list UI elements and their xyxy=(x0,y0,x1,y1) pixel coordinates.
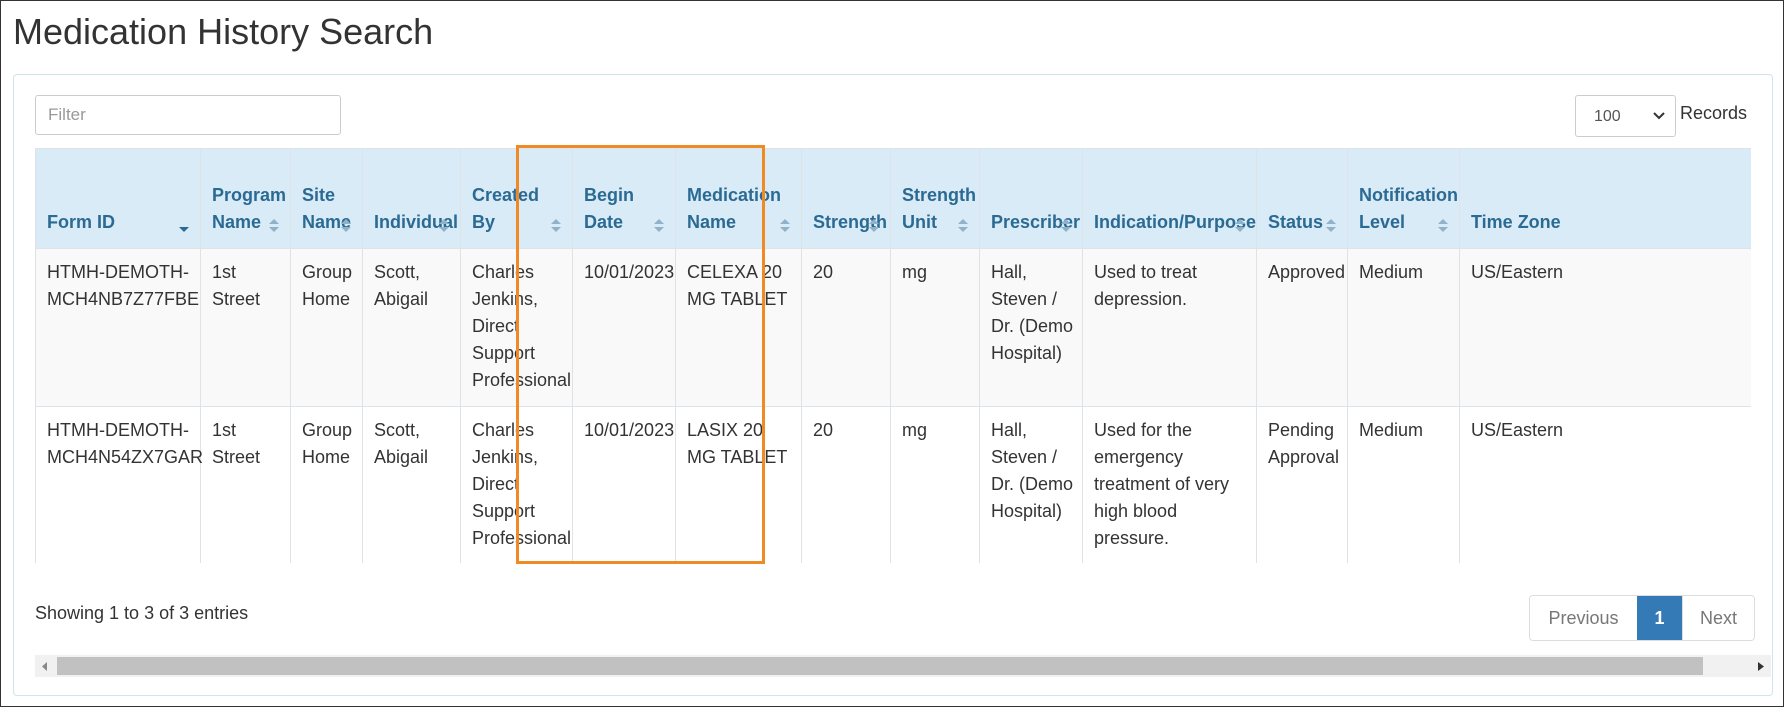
column-header-strength-unit[interactable]: Strength Unit xyxy=(890,148,980,249)
column-header-strength[interactable]: Strength xyxy=(801,148,891,249)
cell-indication-purpose: Used to treat depression. xyxy=(1082,248,1257,407)
column-header-site-name[interactable]: Site Name xyxy=(290,148,363,249)
column-header-medication-name[interactable]: Medication Name xyxy=(675,148,802,249)
column-header-notification-level[interactable]: Notification Level xyxy=(1347,148,1460,249)
column-header-time-zone[interactable]: Time Zone xyxy=(1459,148,1751,249)
sort-icon xyxy=(957,216,969,236)
window-frame: Medication History Search 100 Records Fo… xyxy=(0,0,1784,707)
medication-history-table: Form ID Program Name Site Name Individual Cr… xyxy=(35,148,1751,563)
scroll-left-icon[interactable] xyxy=(35,655,55,677)
column-header-label: Begin Date xyxy=(584,185,635,232)
cell-strength: 20 xyxy=(801,406,891,563)
sort-icon xyxy=(340,216,352,236)
column-header-individual[interactable]: Individual xyxy=(362,148,461,249)
previous-page-button[interactable]: Previous xyxy=(1530,596,1637,640)
cell-medication-name: CELEXA 20 MG TABLET xyxy=(675,248,802,407)
cell-begin-date: 10/01/2023 xyxy=(572,248,676,407)
cell-notification-level: Medium xyxy=(1347,248,1460,407)
sort-desc-icon xyxy=(178,216,190,236)
sort-icon xyxy=(1325,216,1337,236)
next-page-button[interactable]: Next xyxy=(1682,596,1754,640)
column-header-label: Time Zone xyxy=(1471,212,1561,232)
column-header-label: Status xyxy=(1268,212,1324,232)
column-header-label: Form ID xyxy=(47,212,116,232)
results-panel: 100 Records Form ID Program NameSite Name… xyxy=(13,74,1773,696)
cell-individual: Scott, Abigail xyxy=(362,248,461,407)
scrollbar-thumb[interactable] xyxy=(57,657,1703,675)
cell-site-name: Group Home xyxy=(290,248,363,407)
cell-time-zone: US/Eastern xyxy=(1459,406,1751,563)
table-info-text: Showing 1 to 3 of 3 entries xyxy=(35,603,249,623)
cell-status: Approved xyxy=(1256,248,1348,407)
sort-icon xyxy=(1234,216,1246,236)
cell-strength-unit: mg xyxy=(890,248,980,407)
cell-medication-name: LASIX 20 MG TABLET xyxy=(675,406,802,563)
column-header-prescriber[interactable]: Prescriber xyxy=(979,148,1083,249)
column-header-program-name[interactable]: Program Name xyxy=(200,148,291,249)
cell-notification-level: Medium xyxy=(1347,406,1460,563)
cell-indication-purpose: Used for the emergency treatment of very… xyxy=(1082,406,1257,563)
column-header-label: Created By xyxy=(472,185,540,232)
cell-site-name: Group Home xyxy=(290,406,363,563)
page-title: Medication History Search xyxy=(13,11,434,52)
table-scroll-area: Form ID Program Name Site Name Individual Cr… xyxy=(35,148,1751,563)
sort-icon xyxy=(779,216,791,236)
cell-begin-date: 10/01/2023 xyxy=(572,406,676,563)
sort-icon xyxy=(550,216,562,236)
sort-icon xyxy=(868,216,880,236)
cell-program-name: 1st Street xyxy=(200,248,291,407)
cell-strength: 20 xyxy=(801,248,891,407)
scroll-right-icon[interactable] xyxy=(1751,655,1771,677)
column-header-status[interactable]: Status xyxy=(1256,148,1348,249)
cell-form-id: HTMH-DEMOTH-MCH4N54ZX7GAR xyxy=(35,406,203,563)
cell-created-by: Charles Jenkins, Direct Support Professi… xyxy=(460,406,573,563)
column-header-created-by[interactable]: Created By xyxy=(460,148,573,249)
horizontal-scrollbar[interactable] xyxy=(35,655,1771,677)
cell-status: Pending Approval xyxy=(1256,406,1348,563)
table-header-row: Form ID Program Name Site Name Individual Cr… xyxy=(35,148,1751,249)
cell-strength-unit: mg xyxy=(890,406,980,563)
cell-program-name: 1st Street xyxy=(200,406,291,563)
cell-time-zone: US/Eastern xyxy=(1459,248,1751,407)
cell-prescriber: Hall, Steven / Dr. (Demo Hospital) xyxy=(979,406,1083,563)
column-header-label: Medication Name xyxy=(687,185,782,232)
pagination: Previous 1 Next xyxy=(1529,595,1755,641)
sort-icon xyxy=(268,216,280,236)
table-row[interactable]: HTMH-DEMOTH-MCH4NB7Z77FBE 1st Street Group… xyxy=(35,248,1751,407)
column-header-indication-purpose[interactable]: Indication/Purpose xyxy=(1082,148,1257,249)
chevron-down-icon xyxy=(1653,107,1665,125)
filter-input[interactable] xyxy=(35,95,341,135)
records-label: Records xyxy=(1680,103,1748,123)
sort-icon xyxy=(1060,216,1072,236)
records-per-page-value: 100 xyxy=(1594,108,1621,125)
cell-created-by: Charles Jenkins, Direct Support Professi… xyxy=(460,248,573,407)
cell-form-id: HTMH-DEMOTH-MCH4NB7Z77FBE xyxy=(35,248,201,407)
cell-individual: Scott, Abigail xyxy=(362,406,461,563)
page-1-button[interactable]: 1 xyxy=(1637,596,1682,640)
table-row[interactable]: HTMH-DEMOTH-MCH4N54ZX7GAR 1st Street Group… xyxy=(35,406,1751,563)
sort-icon xyxy=(1437,216,1449,236)
records-per-page-select[interactable]: 100 xyxy=(1575,95,1676,137)
column-header-label: Indication/Purpose xyxy=(1094,212,1257,232)
sort-icon xyxy=(438,216,450,236)
sort-icon xyxy=(653,216,665,236)
column-header-begin-date[interactable]: Begin Date xyxy=(572,148,676,249)
cell-prescriber: Hall, Steven / Dr. (Demo Hospital) xyxy=(979,248,1083,407)
column-header-form-id[interactable]: Form ID xyxy=(35,148,201,249)
